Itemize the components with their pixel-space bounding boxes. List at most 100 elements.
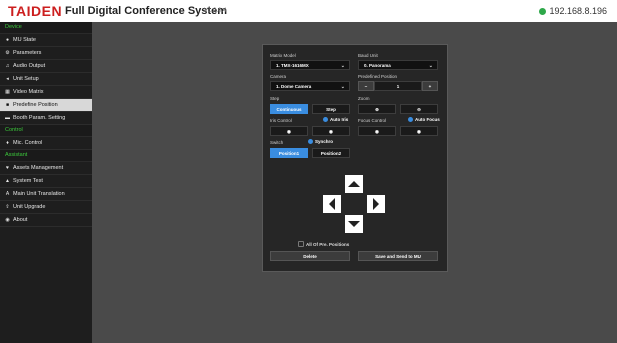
predefine-position-panel: Matrix Model 1. TMX-1616MX ⌄ Baud Unit 0.… bbox=[262, 44, 448, 272]
sidebar-item-label: Parameters bbox=[13, 50, 42, 56]
sidebar-item-mu-state[interactable]: ● MU State bbox=[0, 34, 92, 47]
sidebar-item-unit-upgrade[interactable]: ⇧ Unit Upgrade bbox=[0, 201, 92, 214]
all-pre-positions-label: All Of Pre. Positions bbox=[306, 241, 350, 247]
switch-label: Switch bbox=[270, 140, 284, 145]
checked-icon bbox=[408, 117, 413, 122]
zoom-out-button[interactable]: ⊖ bbox=[400, 104, 438, 114]
sidebar-item-label: Booth Param. Setting bbox=[13, 115, 66, 121]
connection-status: 192.168.8.196 bbox=[539, 6, 607, 16]
booth-icon: ▬ bbox=[5, 114, 10, 121]
position2-button[interactable]: Position2 bbox=[312, 148, 350, 158]
sidebar-section-assistant: Assistant bbox=[0, 150, 92, 162]
predefined-position-label: Predefined Position bbox=[358, 74, 398, 79]
arrow-left-icon bbox=[329, 198, 335, 210]
sidebar-item-label: Predefine Position bbox=[13, 102, 58, 108]
settings-icon: ⚙ bbox=[5, 49, 10, 56]
sidebar-item-assets-management[interactable]: ♥ Assets Management bbox=[0, 162, 92, 175]
auto-iris-label: Auto Iris bbox=[330, 117, 349, 122]
position-input[interactable]: 1 bbox=[374, 81, 422, 91]
position-decrement-button[interactable]: − bbox=[358, 81, 374, 91]
synchro-checkbox[interactable]: Synchro bbox=[308, 139, 333, 144]
camera-value: 1. Dome Camera bbox=[276, 84, 312, 89]
matrix-model-value: 1. TMX-1616MX bbox=[276, 63, 309, 68]
brand-logo: TAIDEN bbox=[8, 3, 63, 19]
baud-unit-select[interactable]: 0. Panorama ⌄ bbox=[358, 60, 438, 70]
sidebar-item-label: MU State bbox=[13, 37, 36, 43]
pan-down-button[interactable] bbox=[345, 215, 363, 233]
iris-close-button[interactable]: ◉ bbox=[312, 126, 350, 136]
sidebar-item-predefine-position[interactable]: ■ Predefine Position bbox=[0, 99, 92, 112]
pan-right-button[interactable] bbox=[367, 195, 385, 213]
unit-icon: ◂ bbox=[6, 75, 9, 82]
baud-unit-value: 0. Panorama bbox=[364, 63, 391, 68]
grid-icon: ▦ bbox=[5, 88, 10, 95]
sidebar-item-mic-control[interactable]: ♦ Mic. Control bbox=[0, 137, 92, 150]
focus-icon: ◉ bbox=[375, 129, 379, 134]
zoom-in-button[interactable]: ⊕ bbox=[358, 104, 396, 114]
camera-select[interactable]: 1. Dome Camera ⌄ bbox=[270, 81, 350, 91]
iris-icon: ◉ bbox=[329, 129, 333, 134]
chevron-down-icon: ⌄ bbox=[340, 63, 345, 69]
sidebar-item-label: About bbox=[13, 217, 28, 223]
chevron-down-icon: ⌄ bbox=[340, 84, 345, 90]
baud-unit-label: Baud Unit bbox=[358, 53, 378, 58]
focus-far-button[interactable]: ◉ bbox=[400, 126, 438, 136]
about-icon: ◉ bbox=[5, 216, 10, 223]
save-send-button[interactable]: Save and Send to MU bbox=[358, 251, 438, 261]
app-version: V1.2.0.4 bbox=[204, 8, 227, 14]
sidebar-section-device: Device bbox=[0, 22, 92, 34]
camera-icon: ■ bbox=[5, 101, 10, 108]
sidebar-item-label: Video Matrix bbox=[13, 89, 44, 95]
checked-icon bbox=[323, 117, 328, 122]
arrow-up-icon bbox=[348, 181, 360, 187]
focus-control-label: Focus Control bbox=[358, 118, 387, 123]
auto-focus-checkbox[interactable]: Auto Focus bbox=[408, 117, 440, 122]
mic-icon: ♦ bbox=[6, 139, 9, 146]
magnifier-icon: ⊖ bbox=[417, 107, 421, 112]
sidebar-item-parameters[interactable]: ⚙ Parameters bbox=[0, 47, 92, 60]
step-button[interactable]: Step bbox=[312, 104, 350, 114]
sidebar-section-control: Control bbox=[0, 125, 92, 137]
sidebar-item-booth-param-setting[interactable]: ▬ Booth Param. Setting bbox=[0, 112, 92, 125]
step-label: Step bbox=[270, 96, 280, 101]
app-title: Full Digital Conference System bbox=[65, 5, 227, 17]
sidebar-item-main-unit-translation[interactable]: A Main Unit Translation bbox=[0, 188, 92, 201]
sidebar-item-unit-setup[interactable]: ◂ Unit Setup bbox=[0, 73, 92, 86]
camera-label: Camera bbox=[270, 74, 287, 79]
sidebar-item-audio-output[interactable]: ♫ Audio Output bbox=[0, 60, 92, 73]
all-pre-positions-checkbox[interactable]: All Of Pre. Positions bbox=[298, 241, 349, 247]
matrix-model-label: Matrix Model bbox=[270, 53, 296, 58]
focus-icon: ◉ bbox=[417, 129, 421, 134]
continuous-button[interactable]: Continuous bbox=[270, 104, 308, 114]
chevron-down-icon: ⌄ bbox=[428, 63, 433, 69]
info-icon: ● bbox=[5, 36, 10, 43]
auto-iris-checkbox[interactable]: Auto Iris bbox=[323, 117, 348, 122]
synchro-label: Synchro bbox=[315, 139, 334, 144]
sidebar-item-video-matrix[interactable]: ▦ Video Matrix bbox=[0, 86, 92, 99]
position1-button[interactable]: Position1 bbox=[270, 148, 308, 158]
pan-left-button[interactable] bbox=[323, 195, 341, 213]
checked-icon bbox=[308, 139, 313, 144]
upload-icon: ⇧ bbox=[5, 203, 10, 210]
top-bar: TAIDEN Full Digital Conference System V1… bbox=[0, 0, 617, 22]
matrix-model-select[interactable]: 1. TMX-1616MX ⌄ bbox=[270, 60, 350, 70]
delete-button[interactable]: Delete bbox=[270, 251, 350, 261]
iris-open-button[interactable]: ◉ bbox=[270, 126, 308, 136]
sidebar-item-label: Main Unit Translation bbox=[13, 191, 65, 197]
arrow-right-icon bbox=[373, 198, 379, 210]
sidebar: Device ● MU State ⚙ Parameters ♫ Audio Outp… bbox=[0, 22, 92, 343]
iris-icon: ◉ bbox=[287, 129, 291, 134]
sidebar-item-label: Audio Output bbox=[13, 63, 46, 69]
connected-status-icon bbox=[539, 7, 547, 15]
sidebar-item-about[interactable]: ◉ About bbox=[0, 214, 92, 227]
magnifier-icon: ⊕ bbox=[375, 107, 379, 112]
focus-near-button[interactable]: ◉ bbox=[358, 126, 396, 136]
sidebar-item-label: Unit Setup bbox=[13, 76, 39, 82]
pan-up-button[interactable] bbox=[345, 175, 363, 193]
position-increment-button[interactable]: + bbox=[422, 81, 438, 91]
location-icon: ♥ bbox=[6, 164, 9, 171]
iris-control-label: Iris Control bbox=[270, 118, 292, 123]
sidebar-item-system-test[interactable]: ▲ System Test bbox=[0, 175, 92, 188]
auto-focus-label: Auto Focus bbox=[415, 117, 440, 122]
ip-address: 192.168.8.196 bbox=[549, 6, 607, 16]
